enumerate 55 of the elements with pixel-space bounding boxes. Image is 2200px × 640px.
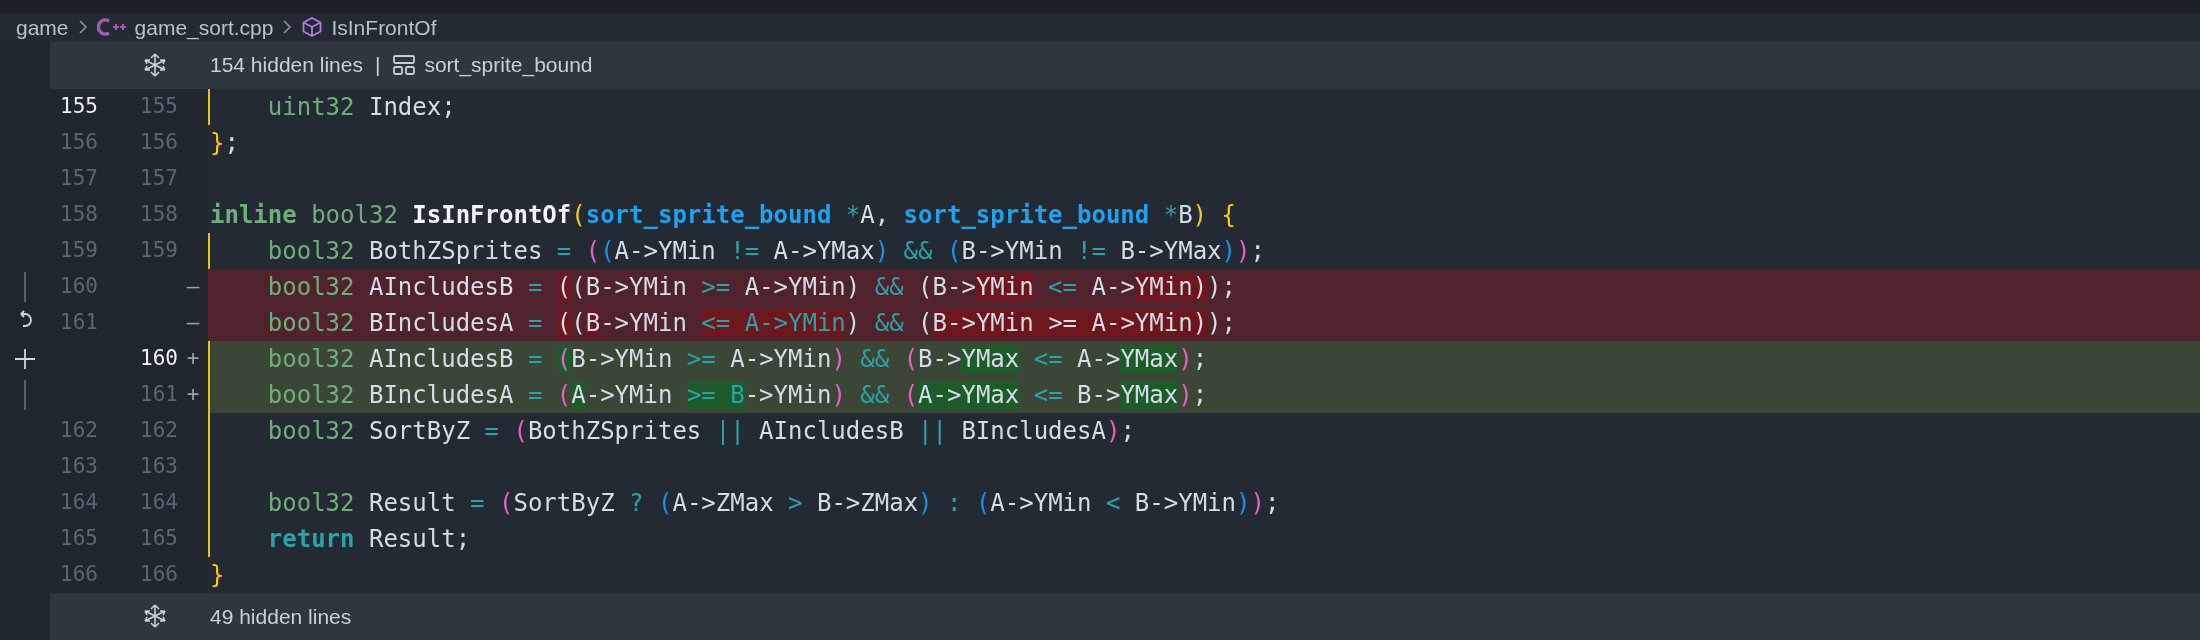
breadcrumb-item[interactable]: IsInFrontOf <box>331 11 437 43</box>
line-number: 159 <box>140 237 178 262</box>
diff-sign: — <box>186 309 200 334</box>
breadcrumb-item[interactable]: game <box>16 11 69 43</box>
diff-sign: + <box>186 345 200 370</box>
line-number: 157 <box>60 165 98 190</box>
code-line: bool32 AIncludesB = ((B->YMin >= A->YMin) && (B->YMin <= A->YMin)); <box>266 271 1236 303</box>
code-line: bool32 SortByZ = (BothZSprites || AIncludesB || BIncludesA); <box>266 415 1135 447</box>
code-line: return Result; <box>266 523 471 555</box>
line-number: 166 <box>140 561 178 586</box>
hidden-lines-label[interactable]: 154 hidden lines <box>210 49 363 81</box>
code-line: }; <box>210 127 239 159</box>
line-number: 157 <box>140 165 178 190</box>
code-line: bool32 AIncludesB = (B->YMin >= A->YMin) && (B->YMax <= A->YMax); <box>266 343 1208 375</box>
code-line: bool32 BothZSprites = ((A->YMin != A->YMax) && (B->YMin != B->YMax)); <box>266 235 1265 267</box>
line-number: 161 <box>60 309 98 334</box>
line-number: 162 <box>140 417 178 442</box>
line-number: 165 <box>60 525 98 550</box>
struct-icon <box>392 53 417 76</box>
line-number: 162 <box>60 417 98 442</box>
hidden-lines-label[interactable]: 49 hidden lines <box>210 600 352 633</box>
code-line: bool32 BIncludesA = (A->YMin >= B->YMin) && (A->YMax <= B->YMax); <box>266 379 1208 411</box>
line-number: 163 <box>60 453 98 478</box>
diff-sign: — <box>186 273 200 298</box>
breadcrumb-item[interactable]: game_sort.cpp <box>134 11 274 43</box>
symbol-label[interactable]: sort_sprite_bound <box>424 49 593 81</box>
line-number: 160 <box>60 273 98 298</box>
line-number: 165 <box>140 525 178 550</box>
line-number: 163 <box>140 453 178 478</box>
code-line: bool32 Result = (SortByZ ? (A->ZMax > B->ZMax) : (A->YMin < B->YMin)); <box>266 487 1280 519</box>
line-number: 166 <box>60 561 98 586</box>
diff-sign: + <box>186 381 200 406</box>
code-line: } <box>210 559 225 591</box>
plus-icon[interactable] <box>13 346 37 371</box>
line-number: 158 <box>60 201 98 226</box>
line-number: 161 <box>140 381 178 406</box>
code-line: uint32 Index; <box>266 91 456 123</box>
code-line: bool32 BIncludesA = ((B->YMin <= A->YMin) && (B->YMin >= A->YMin)); <box>266 307 1236 339</box>
separator: | <box>374 52 381 79</box>
line-number: 156 <box>60 129 98 154</box>
unfold-icon[interactable] <box>142 51 168 78</box>
line-number: 160 <box>140 345 178 370</box>
line-number: 158 <box>140 201 178 226</box>
line-number: 164 <box>60 489 98 514</box>
line-number: 155 <box>140 93 178 118</box>
cpp-file-icon <box>96 17 127 38</box>
code-line: inline bool32 IsInFrontOf(sort_sprite_bound *A, sort_sprite_bound *B) { <box>210 199 1236 231</box>
line-number: 155 <box>60 93 98 118</box>
diff-bar-icon <box>23 271 27 302</box>
cube-icon <box>301 16 324 39</box>
line-number: 159 <box>60 237 98 262</box>
line-number: 164 <box>140 489 178 514</box>
diff-bar-icon <box>23 379 27 410</box>
unfold-icon[interactable] <box>142 603 168 630</box>
line-number: 156 <box>140 129 178 154</box>
